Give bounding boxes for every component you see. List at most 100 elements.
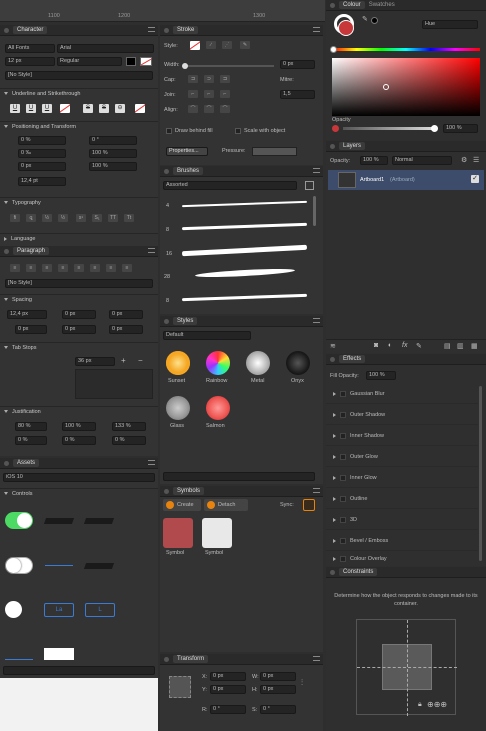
brush-stroke[interactable] [181,222,308,231]
fill-opacity-input[interactable]: 100 % [366,371,396,380]
w-input[interactable]: 0 px [260,672,296,681]
effect-row[interactable]: Inner Shadow [326,426,478,446]
tab-colour[interactable]: Colour [339,1,365,9]
text-colour-swatch[interactable] [126,57,136,66]
menu-icon[interactable] [313,656,320,661]
menu-icon[interactable] [148,460,155,465]
typography-subscript-button[interactable]: S₁ [92,214,102,222]
tab-shape-asset[interactable] [83,563,115,569]
detach-symbol-button[interactable]: Detach [204,499,248,511]
close-icon[interactable] [330,143,335,149]
leading-input[interactable]: 12,4 pt [18,177,66,186]
menu-icon[interactable] [313,27,320,32]
brush-icon[interactable]: ✎ [416,342,422,350]
justification-section[interactable]: Justification [0,406,158,416]
effect-row[interactable]: Bevel / Emboss [326,531,478,551]
align-center-button[interactable]: ≡ [26,264,36,272]
adjustment-icon[interactable]: ◐ [388,342,392,349]
close-icon[interactable] [164,27,169,33]
align-inside-stroke-button[interactable]: ⌒ [204,105,214,113]
word-spacing-min-input[interactable]: 80 % [15,422,47,431]
properties-button[interactable]: Properties... [166,147,208,156]
fx-icon[interactable]: fx [402,342,407,349]
lock-icon[interactable]: 🔒︎ [418,701,422,709]
round-join-button[interactable]: ⌐ [204,90,214,98]
close-icon[interactable] [4,460,9,466]
menu-icon[interactable] [148,27,155,32]
controls-group[interactable]: Controls [0,488,158,498]
close-icon[interactable] [164,168,169,174]
layer-row[interactable]: Artboard1 (Artboard) ✓ [328,170,484,190]
fill-colour-well[interactable] [338,20,354,36]
align-center-stroke-button[interactable]: ⌒ [188,105,198,113]
no-fill-swatch[interactable] [140,57,152,66]
style-thumbnail[interactable] [286,351,310,375]
layers-menu-icon[interactable]: ☰ [473,156,479,164]
tracking-input[interactable]: 0 ‰ [18,149,66,158]
button-asset[interactable]: La [44,603,74,617]
leading-input[interactable]: 12,4 px [7,310,47,319]
indent-left-input[interactable]: 0 px [15,325,47,334]
effect-row[interactable]: Outer Shadow [326,405,478,425]
gear-icon[interactable]: ⚙ [461,156,467,164]
character-style-select[interactable]: [No Style] [5,71,153,80]
typography-caps-button[interactable]: TT [108,214,118,222]
style-thumbnail[interactable] [246,351,270,375]
brushes-scrollbar[interactable] [313,196,316,226]
effect-checkbox[interactable] [340,556,346,562]
style-thumbnail[interactable] [166,351,190,375]
spacing-section[interactable]: Spacing [0,294,158,304]
no-strike-button[interactable] [135,104,145,113]
align-right-button[interactable]: ≡ [42,264,52,272]
tab-stop-input[interactable]: 36 px [75,357,115,366]
add-layer-icon[interactable]: ▤ [444,342,451,350]
justify-left-button[interactable]: ≡ [58,264,68,272]
layer-opacity-input[interactable]: 100 % [360,156,388,165]
opacity-input[interactable]: 100 % [443,124,478,133]
space-after-input[interactable]: 0 px [109,310,143,319]
add-tab-icon[interactable]: + [121,356,126,365]
brush-stroke[interactable] [181,244,308,257]
justify-all-button[interactable]: ≡ [106,264,116,272]
blend-mode-select[interactable]: Normal [392,156,452,165]
visibility-checkbox[interactable]: ✓ [471,175,479,183]
y-input[interactable]: 0 px [210,685,246,694]
align-left-button[interactable]: ≡ [10,264,20,272]
font-set-select[interactable]: All Fonts [5,44,55,53]
letter-spacing-min-input[interactable]: 0 % [15,436,47,445]
tab-shape-asset[interactable] [43,518,75,524]
colour-model-select[interactable]: Hue [422,20,478,29]
tab-swatches[interactable]: Swatches [369,2,395,8]
word-spacing-desired-input[interactable]: 100 % [62,422,96,431]
styles-category-select[interactable]: Default [163,331,251,340]
brush-menu-icon[interactable] [305,181,314,190]
asset-search-input[interactable] [3,666,155,675]
strike-colour-button[interactable]: ⊖ [115,104,125,113]
layer-stack-icon[interactable]: ≋ [330,342,336,350]
menu-icon[interactable] [313,168,320,173]
symbol-thumbnail[interactable] [202,518,232,548]
delete-icon[interactable]: ▦ [471,342,478,350]
toggle-on-asset[interactable] [5,512,33,529]
letter-spacing-max-input[interactable]: 0 % [112,436,146,445]
button-asset[interactable]: L [85,603,115,617]
style-thumbnail[interactable] [206,351,230,375]
scale-with-checkbox[interactable] [235,128,241,134]
underline-section[interactable]: Underline and Strikethrough [0,88,158,98]
bevel-join-button[interactable]: ⌐ [220,90,230,98]
typography-section[interactable]: Typography [0,197,158,207]
black-swatch[interactable] [371,17,378,24]
style-thumbnail[interactable] [166,396,190,420]
eyedropper-icon[interactable]: ✎ [362,15,368,23]
rotation-input[interactable]: 0 ° [210,705,246,714]
typography-small-caps-button[interactable]: Tt [124,214,134,222]
hue-slider[interactable] [330,46,480,53]
style-thumbnail[interactable] [206,396,230,420]
opacity-slider[interactable] [343,125,438,132]
typography-fraction2-button[interactable]: ½ [58,214,68,222]
x-input[interactable]: 0 px [210,672,246,681]
close-icon[interactable] [164,318,169,324]
brush-stroke-button[interactable]: ✎ [240,41,250,49]
effect-checkbox[interactable] [340,495,346,502]
justify-center-button[interactable]: ≡ [74,264,84,272]
